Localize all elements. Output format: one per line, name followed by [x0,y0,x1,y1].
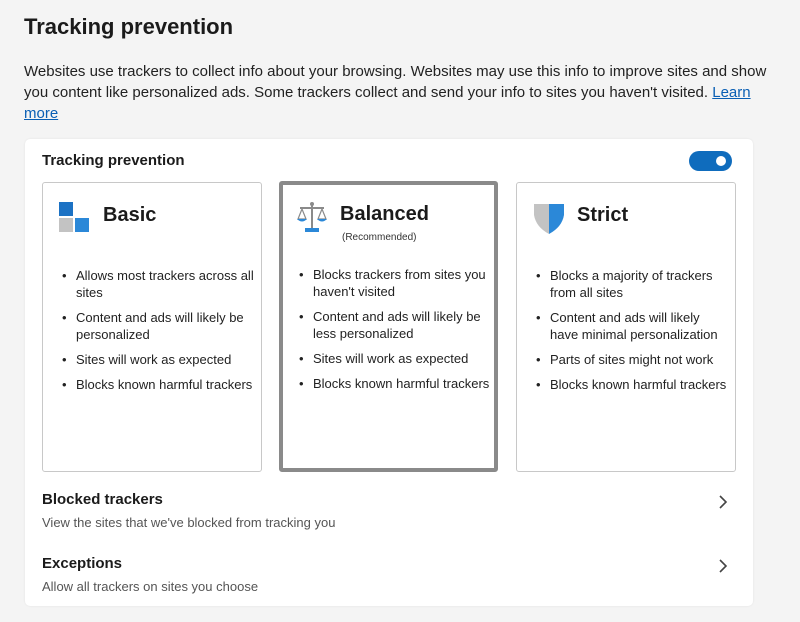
page-title: Tracking prevention [24,14,234,39]
card-bullet: Sites will work as expected [59,351,254,368]
card-balanced[interactable]: Balanced (Recommended) Blocks trackers f… [279,181,498,472]
card-bullet: Blocks known harmful trackers [59,376,254,393]
card-bullet: Parts of sites might not work [533,351,728,368]
card-bullet: Content and ads will likely have minimal… [533,309,728,343]
squares-icon [59,202,89,232]
card-bullet: Blocks known harmful trackers [533,376,728,393]
card-strict[interactable]: Strict Blocks a majority of trackers fro… [516,182,736,472]
card-basic[interactable]: Basic Allows most trackers across all si… [42,182,262,472]
panel-title: Tracking prevention [42,152,185,169]
card-bullet: Content and ads will likely be personali… [59,309,254,343]
card-balanced-subtitle: (Recommended) [342,232,417,243]
tracking-prevention-panel: Tracking prevention Basic Allows most tr… [25,139,753,606]
description-text: Websites use trackers to collect info ab… [24,63,767,101]
card-balanced-bullets: Blocks trackers from sites you haven't v… [296,266,491,400]
card-bullet: Sites will work as expected [296,350,491,367]
chevron-right-icon [719,559,728,573]
tracking-prevention-toggle[interactable] [689,151,732,171]
card-balanced-header: Balanced (Recommended) [295,200,485,243]
card-bullet: Allows most trackers across all sites [59,267,254,301]
card-strict-name: Strict [577,204,629,226]
card-basic-bullets: Allows most trackers across all sites Co… [59,267,254,401]
card-basic-name: Basic [103,204,157,226]
exceptions-row[interactable]: Exceptions Allow all trackers on sites y… [42,555,732,605]
toggle-knob [716,156,726,166]
blocked-trackers-title: Blocked trackers [42,491,163,508]
exceptions-title: Exceptions [42,555,123,572]
card-strict-header: Strict [532,201,722,237]
card-bullet: Blocks known harmful trackers [296,375,491,392]
card-bullet: Content and ads will likely be less pers… [296,308,491,342]
card-balanced-name: Balanced [340,203,429,225]
card-strict-bullets: Blocks a majority of trackers from all s… [533,267,728,401]
blocked-trackers-subtitle: View the sites that we've blocked from t… [42,515,336,530]
blocked-trackers-row[interactable]: Blocked trackers View the sites that we'… [42,491,732,541]
card-bullet: Blocks a majority of trackers from all s… [533,267,728,301]
exceptions-subtitle: Allow all trackers on sites you choose [42,579,259,594]
scales-icon [297,202,327,232]
shield-icon [534,204,564,234]
chevron-right-icon [719,495,728,509]
card-basic-header: Basic [58,201,248,237]
page-description: Websites use trackers to collect info ab… [24,61,769,124]
card-bullet: Blocks trackers from sites you haven't v… [296,266,491,300]
